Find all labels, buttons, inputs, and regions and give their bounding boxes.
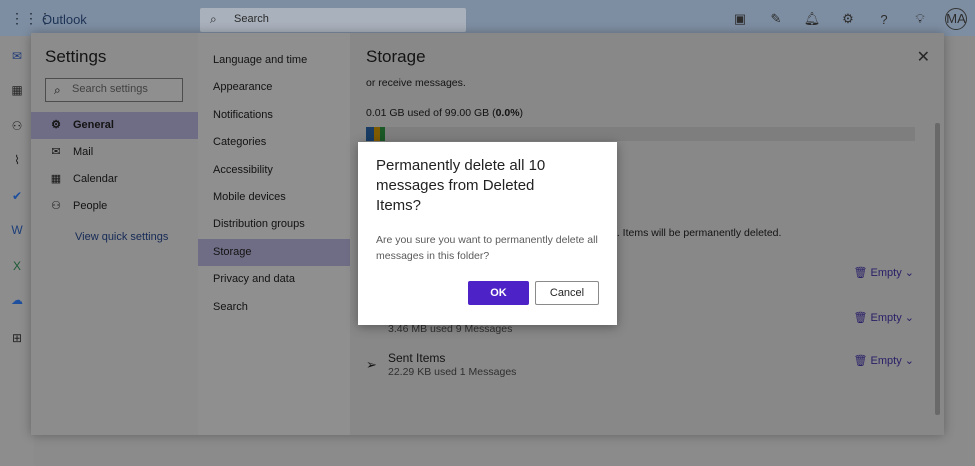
storage-title: Storage xyxy=(366,47,426,66)
tasks-icon[interactable]: ✎ xyxy=(765,11,787,27)
subnav-item[interactable]: Accessibility xyxy=(198,157,350,184)
category-mail[interactable]: ✉ Mail xyxy=(31,139,198,166)
cancel-button[interactable]: Cancel xyxy=(535,281,599,305)
app-launcher-icon[interactable]: ⋮⋮⋮ xyxy=(10,11,52,25)
subnav-item[interactable]: Language and time xyxy=(198,47,350,74)
category-label: Calendar xyxy=(73,173,118,185)
category-label: Mail xyxy=(73,146,94,158)
category-label: People xyxy=(73,200,108,212)
gear-icon[interactable]: ⚙ xyxy=(837,11,859,27)
empty-button[interactable]: 🗑︎ Empty ⌄ xyxy=(854,266,915,279)
confirm-delete-dialog: Permanently delete all 10 messages from … xyxy=(358,142,617,325)
top-bar-icons: ▣ ✎ 🔔︎ ⚙ ? 💡︎ MA xyxy=(729,8,967,30)
search-box[interactable]: ⌕ Search xyxy=(200,8,466,32)
mail-icon[interactable]: ✉ xyxy=(9,48,25,64)
empty-button[interactable]: 🗑︎ Empty ⌄ xyxy=(854,354,915,367)
dialog-title: Permanently delete all 10 messages from … xyxy=(376,157,546,214)
mail-icon: ✉ xyxy=(51,146,61,158)
search-icon: ⌕ xyxy=(54,83,61,97)
close-icon[interactable]: ✕ xyxy=(917,47,930,67)
app-rail: ✉ ▦ ⚇ ⌇ ✔ W X ☁ ⊞ xyxy=(0,36,34,466)
settings-subnav-pane: Language and time Appearance Notificatio… xyxy=(198,33,350,435)
todo-icon[interactable]: ✔ xyxy=(9,188,25,204)
settings-category-list: ⚙ General ✉ Mail ▦ Calendar ⚇ People xyxy=(31,112,198,220)
word-icon[interactable]: W xyxy=(9,222,25,238)
gear-icon: ⚙ xyxy=(51,119,61,131)
storage-description: e. Items will be permanently deleted. xyxy=(611,227,782,239)
dialog-message: Are you sure you want to permanently del… xyxy=(376,234,598,262)
onedrive-icon[interactable]: ☁ xyxy=(9,292,25,308)
folder-meta: 22.29 KB used 1 Messages xyxy=(388,366,517,378)
storage-usage-text: 0.01 GB used of 99.00 GB (0.0%) xyxy=(366,107,523,119)
subnav-item[interactable]: Appearance xyxy=(198,74,350,101)
people-icon: ⚇ xyxy=(51,200,61,212)
brand-title[interactable]: Outlook xyxy=(42,12,87,27)
excel-icon[interactable]: X xyxy=(9,258,25,274)
storage-usage-bar xyxy=(366,127,915,141)
settings-categories-pane: Settings ⌕ ⚙ General ✉ Mail ▦ Calendar ⚇… xyxy=(31,33,198,435)
storage-bar-segment xyxy=(380,127,385,141)
chevron-down-icon: ⌄ xyxy=(904,312,914,324)
empty-label: Empty xyxy=(870,355,902,367)
empty-button[interactable]: 🗑︎ Empty ⌄ xyxy=(854,311,915,324)
top-bar: ⋮⋮⋮ Outlook ⌕ Search ▣ ✎ 🔔︎ ⚙ ? 💡︎ MA xyxy=(0,0,975,36)
storage-usage-prefix: 0.01 GB used of 99.00 GB ( xyxy=(366,107,496,119)
empty-label: Empty xyxy=(870,312,902,324)
trash-icon: 🗑︎ xyxy=(853,267,868,279)
settings-subnav: Language and time Appearance Notificatio… xyxy=(198,47,350,321)
bell-icon[interactable]: 🔔︎ xyxy=(801,11,823,27)
folder-row-sent-items: ➢ Sent Items 22.29 KB used 1 Messages 🗑︎… xyxy=(366,349,914,389)
send-icon: ➢ xyxy=(366,357,377,372)
calendar-icon[interactable]: ▦ xyxy=(9,82,25,98)
people-icon[interactable]: ⚇ xyxy=(9,118,25,134)
settings-title: Settings xyxy=(45,47,107,66)
category-people[interactable]: ⚇ People xyxy=(31,193,198,220)
teams-icon[interactable]: ▣ xyxy=(729,11,751,27)
chevron-down-icon: ⌄ xyxy=(904,355,914,367)
subnav-item[interactable]: Privacy and data xyxy=(198,266,350,293)
search-icon: ⌕ xyxy=(210,12,217,26)
lightbulb-icon[interactable]: 💡︎ xyxy=(909,11,931,27)
storage-intro-text: or receive messages. xyxy=(366,77,466,89)
calendar-icon: ▦ xyxy=(50,173,62,185)
settings-search-input[interactable] xyxy=(72,83,178,95)
storage-usage-suffix: ) xyxy=(519,107,524,119)
search-placeholder: Search xyxy=(234,13,269,25)
folder-name: Sent Items xyxy=(388,351,446,365)
storage-usage-percent: 0.0% xyxy=(495,107,520,119)
subnav-item[interactable]: Mobile devices xyxy=(198,184,350,211)
avatar[interactable]: MA xyxy=(945,8,967,30)
category-label: General xyxy=(73,119,114,131)
trash-icon: 🗑︎ xyxy=(853,312,868,324)
attachment-icon[interactable]: ⌇ xyxy=(9,152,25,168)
subnav-item[interactable]: Search xyxy=(198,294,350,321)
category-calendar[interactable]: ▦ Calendar xyxy=(31,166,198,193)
subnav-item[interactable]: Distribution groups xyxy=(198,211,350,238)
trash-icon: 🗑︎ xyxy=(853,355,868,367)
help-icon[interactable]: ? xyxy=(873,12,895,27)
settings-search[interactable]: ⌕ xyxy=(45,78,183,102)
scrollbar[interactable] xyxy=(935,123,940,415)
view-quick-settings-link[interactable]: View quick settings xyxy=(75,231,168,243)
storage-bar-segment xyxy=(366,127,374,141)
subnav-item-storage[interactable]: Storage xyxy=(198,238,350,267)
category-general[interactable]: ⚙ General xyxy=(31,112,198,139)
ok-button[interactable]: OK xyxy=(468,281,529,305)
apps-icon[interactable]: ⊞ xyxy=(9,330,25,346)
empty-label: Empty xyxy=(870,267,902,279)
subnav-item[interactable]: Categories xyxy=(198,129,350,156)
chevron-down-icon: ⌄ xyxy=(904,267,914,279)
subnav-item[interactable]: Notifications xyxy=(198,102,350,129)
